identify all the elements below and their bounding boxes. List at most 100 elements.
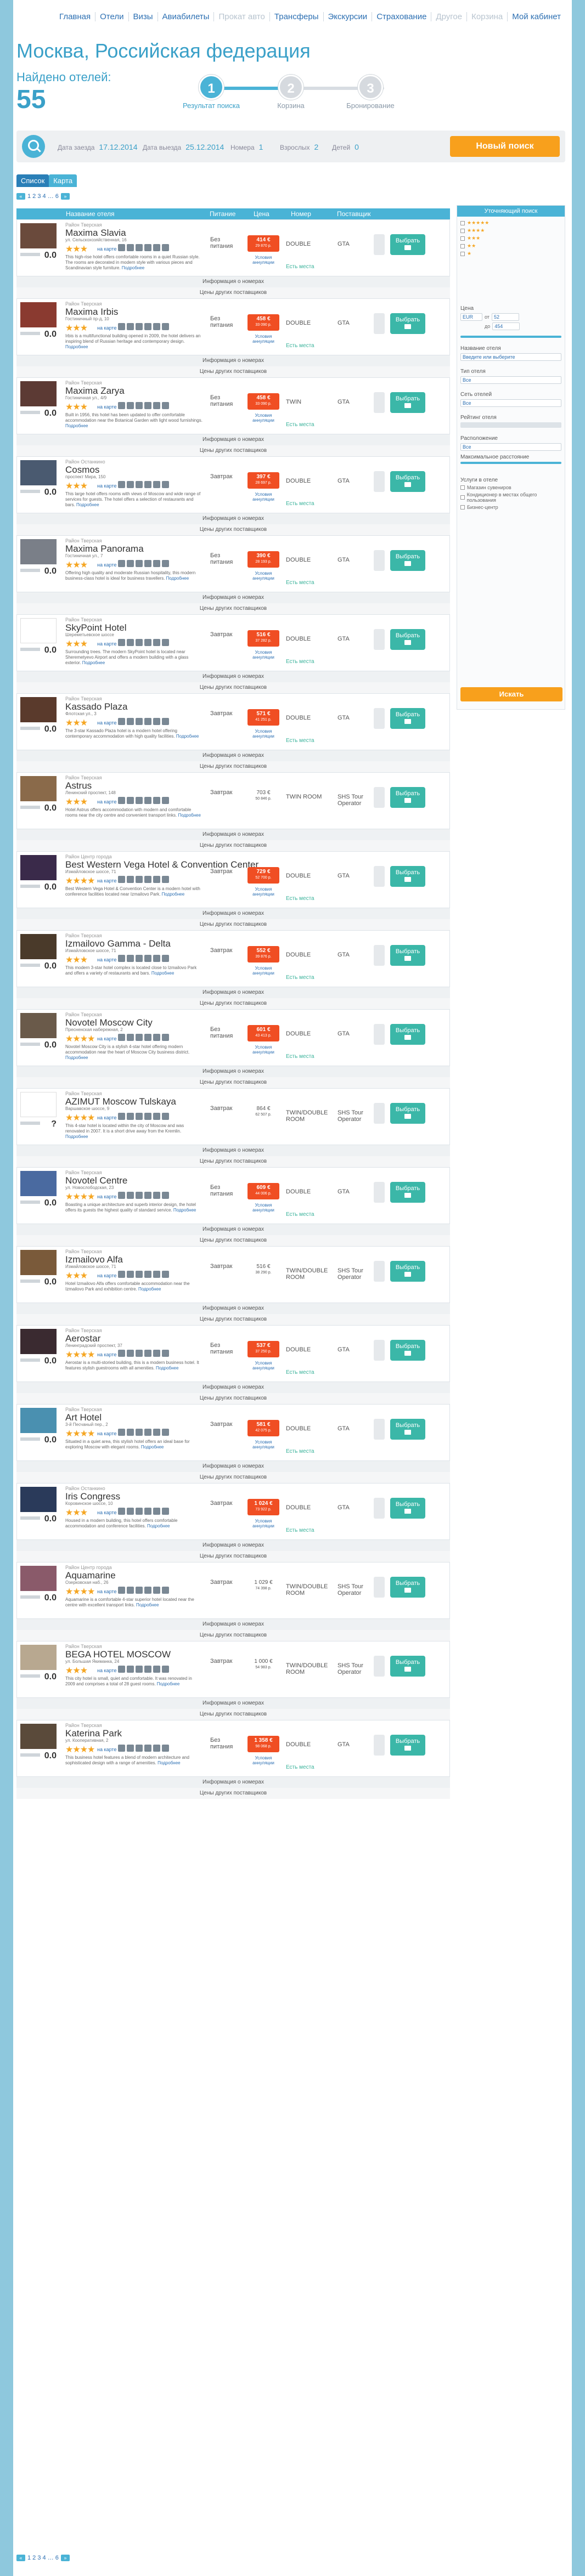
tab-map[interactable]: Карта — [49, 174, 77, 187]
hotel-name[interactable]: Maxima Slavia — [65, 228, 126, 239]
other-prices-link[interactable]: Цены других поставщиков — [16, 840, 450, 851]
nav-link[interactable]: Прокат авто — [213, 12, 269, 21]
cancellation-link[interactable]: Условия аннуляции — [250, 650, 277, 660]
other-prices-link[interactable]: Цены других поставщиков — [16, 366, 450, 377]
nav-link[interactable]: Трансферы — [269, 12, 323, 21]
price-badge[interactable]: 729 €52 700 р. — [248, 867, 279, 884]
hotel-photo[interactable] — [20, 223, 57, 248]
book-button[interactable]: Выбрать — [390, 787, 425, 808]
hotel-name[interactable]: Kassado Plaza — [65, 701, 127, 712]
dropdown-toggle[interactable] — [374, 866, 385, 887]
room-info-link[interactable]: Информация о номерах — [16, 1303, 450, 1314]
hotel-photo[interactable] — [20, 1092, 57, 1117]
dropdown-toggle[interactable] — [374, 1024, 385, 1045]
price-badge[interactable]: 609 €44 006 р. — [248, 1183, 279, 1199]
apply-filter-button[interactable]: Искать — [460, 687, 562, 701]
room-info-link[interactable]: Информация о номерах — [16, 1540, 450, 1551]
hotel-name[interactable]: Maxima Panorama — [65, 543, 144, 554]
nav-link[interactable]: Визы — [128, 12, 158, 21]
price-badge[interactable]: 537 €37 250 р. — [248, 1341, 279, 1357]
more-link[interactable]: Подробнее — [76, 502, 99, 507]
prev-page-button[interactable]: « — [16, 193, 25, 200]
cancellation-link[interactable]: Условия аннуляции — [250, 413, 277, 423]
other-prices-link[interactable]: Цены других поставщиков — [16, 1235, 450, 1246]
hotel-name[interactable]: Katerina Park — [65, 1728, 122, 1739]
hotel-photo[interactable] — [20, 776, 57, 801]
room-info-link[interactable]: Информация о номерах — [16, 1698, 450, 1709]
location-select[interactable]: Все — [460, 443, 561, 451]
room-info-link[interactable]: Информация о номерах — [16, 1619, 450, 1630]
prev-page-button[interactable]: « — [16, 2555, 25, 2561]
more-link[interactable]: Подробнее — [157, 1682, 180, 1686]
hotel-photo[interactable] — [20, 1171, 57, 1196]
on-map-link[interactable]: на карте — [97, 1431, 116, 1436]
room-info-link[interactable]: Информация о номерах — [16, 750, 450, 761]
on-map-link[interactable]: на карте — [97, 641, 116, 647]
on-map-link[interactable]: на карте — [97, 404, 116, 410]
cancellation-link[interactable]: Условия аннуляции — [250, 255, 277, 265]
other-prices-link[interactable]: Цены других поставщиков — [16, 1156, 450, 1167]
more-link[interactable]: Подробнее — [151, 971, 175, 976]
dropdown-toggle[interactable] — [374, 234, 385, 255]
other-prices-link[interactable]: Цены других поставщиков — [16, 1077, 450, 1088]
dropdown-toggle[interactable] — [374, 945, 385, 966]
price-slider[interactable] — [460, 336, 561, 338]
price-badge[interactable]: 1 358 €98 068 р. — [248, 1736, 279, 1752]
hotel-name[interactable]: Aquamarine — [65, 1570, 116, 1581]
cancellation-link[interactable]: Условия аннуляции — [250, 1361, 277, 1371]
on-map-link[interactable]: на карте — [97, 325, 116, 331]
hotel-photo[interactable] — [20, 1329, 57, 1354]
other-prices-link[interactable]: Цены других поставщиков — [16, 998, 450, 1009]
book-button[interactable]: Выбрать — [390, 1261, 425, 1282]
room-info-link[interactable]: Информация о номерах — [16, 434, 450, 445]
book-button[interactable]: Выбрать — [390, 708, 425, 729]
more-link[interactable]: Подробнее — [82, 660, 105, 665]
more-link[interactable]: Подробнее — [156, 1366, 179, 1371]
category-checkbox[interactable] — [460, 236, 465, 241]
room-info-link[interactable]: Информация о номерах — [16, 1777, 450, 1788]
service-checkbox[interactable] — [460, 485, 465, 490]
hotel-name[interactable]: SkyPoint Hotel — [65, 622, 127, 633]
adults-field[interactable]: Взрослых 2 — [280, 143, 318, 151]
dropdown-toggle[interactable] — [374, 1419, 385, 1440]
price-badge[interactable]: 552 €39 876 р. — [248, 946, 279, 963]
hotel-name[interactable]: Aerostar — [65, 1333, 100, 1344]
hotel-name[interactable]: Maxima Irbis — [65, 307, 118, 318]
price-badge[interactable]: 458 €33 090 р. — [248, 393, 279, 410]
next-page-button[interactable]: » — [60, 193, 70, 200]
cancellation-link[interactable]: Условия аннуляции — [250, 334, 277, 344]
hotel-photo[interactable] — [20, 1566, 57, 1591]
page-link[interactable]: 1 2 3 4 … 6 — [27, 193, 59, 200]
room-info-link[interactable]: Информация о номерах — [16, 1066, 450, 1077]
hotel-chain-select[interactable]: Все — [460, 399, 561, 407]
cancellation-link[interactable]: Условия аннуляции — [250, 1519, 277, 1528]
more-link[interactable]: Подробнее — [173, 1208, 196, 1213]
other-prices-link[interactable]: Цены других поставщиков — [16, 603, 450, 614]
distance-slider[interactable] — [460, 462, 561, 464]
more-link[interactable]: Подробнее — [65, 1134, 88, 1139]
rooms-field[interactable]: Номера 1 — [230, 143, 263, 151]
other-prices-link[interactable]: Цены других поставщиков — [16, 682, 450, 693]
room-info-link[interactable]: Информация о номерах — [16, 513, 450, 524]
room-info-link[interactable]: Информация о номерах — [16, 908, 450, 919]
more-link[interactable]: Подробнее — [138, 1287, 161, 1292]
children-field[interactable]: Детей 0 — [332, 143, 359, 151]
price-badge[interactable]: 390 €28 193 р. — [248, 551, 279, 568]
price-badge[interactable]: 581 €42 075 р. — [248, 1420, 279, 1436]
on-map-link[interactable]: на карте — [97, 799, 116, 805]
more-link[interactable]: Подробнее — [65, 344, 88, 349]
room-info-link[interactable]: Информация о номерах — [16, 671, 450, 682]
hotel-photo[interactable] — [20, 302, 57, 327]
category-checkbox[interactable] — [460, 244, 465, 248]
checkin-field[interactable]: Дата заезда 17.12.2014 — [58, 143, 137, 151]
dropdown-toggle[interactable] — [374, 313, 385, 334]
dropdown-toggle[interactable] — [374, 708, 385, 729]
rating-slider[interactable] — [460, 422, 561, 428]
dropdown-toggle[interactable] — [374, 471, 385, 492]
book-button[interactable]: Выбрать — [390, 471, 425, 492]
nav-link[interactable]: Отели — [95, 12, 128, 21]
book-button[interactable]: Выбрать — [390, 1182, 425, 1203]
hotel-photo[interactable] — [20, 460, 57, 485]
more-link[interactable]: Подробнее — [176, 734, 199, 739]
other-prices-link[interactable]: Цены других поставщиков — [16, 287, 450, 298]
